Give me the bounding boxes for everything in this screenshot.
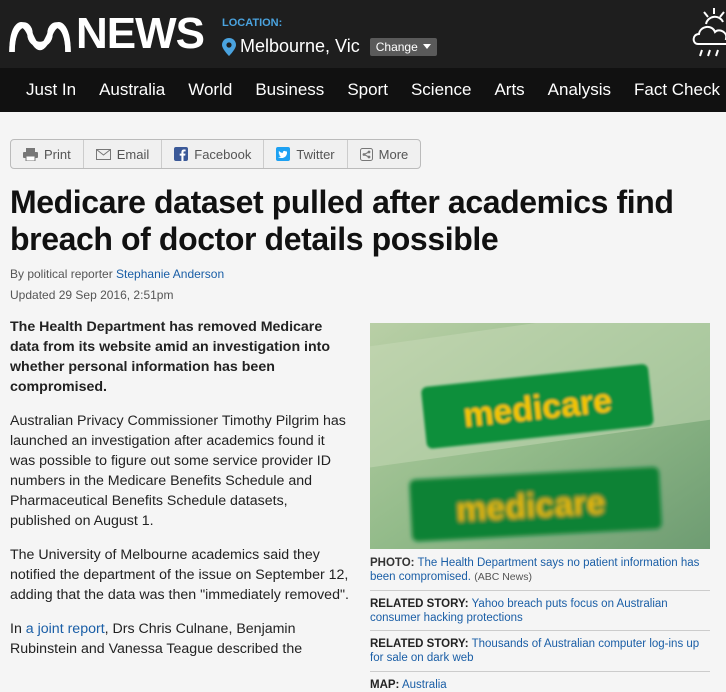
envelope-icon [95,148,111,160]
related-label: RELATED STORY: [370,638,469,650]
email-label: Email [116,146,150,162]
medicare-cards-image: medicare medicare [370,323,710,549]
nav-item-business[interactable]: Business [255,80,324,100]
weather-rain-icon[interactable] [692,6,726,62]
nav-item-science[interactable]: Science [411,80,471,100]
article-headline: Medicare dataset pulled after academics … [10,184,674,257]
paragraph-text: In [10,621,26,637]
card-text-bottom: medicare [455,484,606,530]
print-button[interactable]: Print [11,140,84,168]
nav-item-fact-check[interactable]: Fact Check [634,80,720,100]
location-label: LOCATION: [222,17,283,29]
article-photo[interactable]: medicare medicare [370,323,710,549]
joint-report-link[interactable]: a joint report [26,621,105,637]
nav-item-arts[interactable]: Arts [494,80,524,100]
article-body: The Health Department has removed Medica… [10,317,350,673]
nav-item-world[interactable]: World [188,80,232,100]
related-story: RELATED STORY: Yahoo breach puts focus o… [370,597,710,625]
facebook-icon [174,147,189,161]
related-story: RELATED STORY: Thousands of Australian c… [370,637,710,665]
map-location-link[interactable]: Australia [402,679,447,691]
location-row: Melbourne, Vic Change [222,36,437,57]
change-location-label: Change [375,39,418,54]
article-paragraph: The University of Melbourne academics sa… [10,547,349,603]
masthead: NEWS LOCATION: Melbourne, Vic Change [0,0,726,68]
nav-item-analysis[interactable]: Analysis [548,80,611,100]
chevron-down-icon [422,44,431,49]
nav-item-just-in[interactable]: Just In [26,80,76,100]
author-link[interactable]: Stephanie Anderson [116,267,224,281]
article-paragraph: In a joint report, Drs Chris Culnane, Be… [10,619,350,659]
caption-label: PHOTO: [370,557,415,569]
print-label: Print [44,146,71,162]
abc-lissajous-icon [9,22,71,53]
map-label: MAP: [370,679,400,691]
updated-timestamp: Updated 29 Sep 2016, 2:51pm [10,288,174,302]
more-button[interactable]: More [348,140,421,168]
twitter-icon [276,147,291,161]
facebook-button[interactable]: Facebook [162,140,265,168]
main-nav: Just In Australia World Business Sport S… [0,68,726,112]
photo-caption: PHOTO: The Health Department says no pat… [370,556,710,584]
map-link: MAP: Australia [370,678,710,692]
nav-item-australia[interactable]: Australia [99,80,165,100]
divider [370,630,710,631]
abc-news-logo[interactable]: NEWS [8,9,205,58]
byline-prefix: By political reporter [10,267,117,281]
share-more-icon [359,147,373,161]
twitter-button[interactable]: Twitter [264,140,348,168]
caption-source: (ABC News) [474,571,532,583]
article-lead: The Health Department has removed Medica… [10,319,331,395]
logo-text: NEWS [76,9,205,58]
article-paragraph: Australian Privacy Commissioner Timothy … [10,413,346,529]
related-label: RELATED STORY: [370,598,469,610]
caption-link[interactable]: The Health Department says no patient in… [370,557,699,583]
printer-icon [23,147,38,161]
email-button[interactable]: Email [84,140,163,168]
change-location-button[interactable]: Change [369,37,437,56]
share-bar: Print Email Facebook Twitter More [10,139,422,169]
location-pin-icon [222,37,236,56]
divider [370,590,710,591]
byline: By political reporter Stephanie Anderson [10,267,224,281]
facebook-label: Facebook [194,146,252,162]
location-city: Melbourne, Vic [240,36,360,56]
more-label: More [378,146,409,162]
twitter-label: Twitter [296,146,335,162]
divider [370,671,710,672]
nav-item-sport[interactable]: Sport [347,80,388,100]
